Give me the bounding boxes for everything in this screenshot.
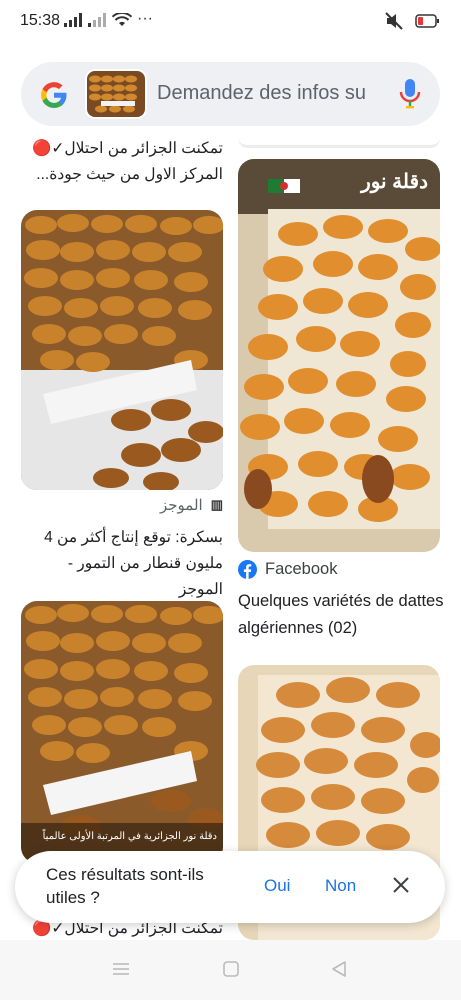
more-status-icon: ··· xyxy=(137,10,153,27)
signal-icons xyxy=(64,13,132,27)
battery-icon xyxy=(415,14,439,28)
close-icon[interactable] xyxy=(391,875,411,895)
result-source: ▥ الموجز xyxy=(21,496,223,514)
image-overlay-text: دقلة نور الجزائرية في المرتبة الأولى عال… xyxy=(42,831,217,842)
mute-icon xyxy=(385,12,403,30)
source-logo-icon: ▥ xyxy=(210,497,223,512)
source-name: الموجز xyxy=(159,497,203,514)
status-bar: 15:38 ··· xyxy=(0,0,461,44)
result-image-deglet-nour[interactable]: دقلة نور xyxy=(238,159,440,552)
feedback-question: Ces résultats sont-ils utiles ? xyxy=(46,865,204,907)
result-caption[interactable]: تمكنت الجزائر من احتلال✓🔴 المركز الاول م… xyxy=(21,136,223,188)
wifi-icon xyxy=(112,13,132,26)
feedback-prompt: Ces résultats sont-ils utiles ? Oui Non xyxy=(15,851,445,923)
result-title[interactable]: Quelques variétés de dattes algériennes … xyxy=(238,588,453,642)
facebook-icon xyxy=(238,560,257,579)
feedback-no-button[interactable]: Non xyxy=(325,876,356,896)
result-caption[interactable]: بسكرة: توقع إنتاج أكثر من 4 مليون قنطار … xyxy=(21,525,223,603)
search-image-thumbnail[interactable] xyxy=(85,69,147,119)
result-image-dates-box[interactable] xyxy=(21,210,223,490)
feedback-yes-button[interactable]: Oui xyxy=(264,876,290,896)
google-logo-icon xyxy=(41,82,67,108)
previous-card-edge xyxy=(238,135,440,148)
status-time: 15:38 xyxy=(20,12,61,29)
cell-signal-icon xyxy=(64,13,82,27)
source-name: Facebook xyxy=(265,560,338,578)
result-image-dates-box-2[interactable]: دقلة نور الجزائرية في المرتبة الأولى عال… xyxy=(21,601,223,863)
image-brand-label: دقلة نور xyxy=(361,171,428,193)
cell-signal-2-icon xyxy=(88,13,106,27)
status-right xyxy=(385,12,439,30)
search-bar[interactable]: Demandez des infos su xyxy=(21,62,440,126)
mic-icon[interactable] xyxy=(399,78,421,110)
search-input[interactable]: Demandez des infos su xyxy=(157,82,371,105)
menu-icon[interactable] xyxy=(112,960,130,978)
system-nav-bar xyxy=(0,940,461,1000)
result-source: Facebook xyxy=(238,560,337,579)
back-icon[interactable] xyxy=(330,960,348,978)
home-icon[interactable] xyxy=(222,960,240,978)
